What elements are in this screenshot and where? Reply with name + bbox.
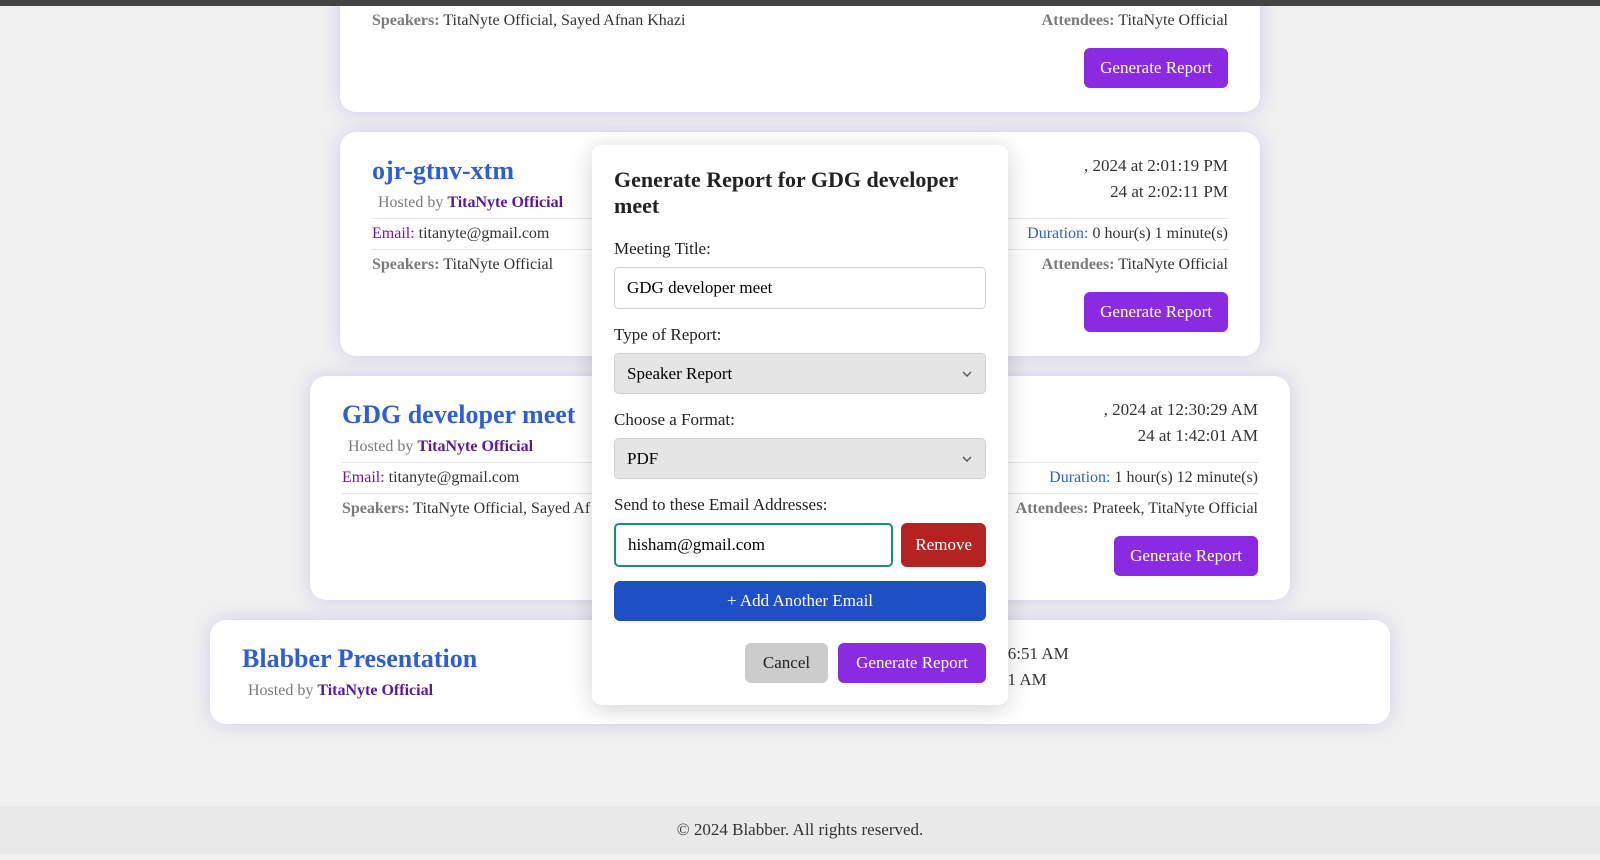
hosted-by-prefix: Hosted by (248, 682, 317, 699)
generate-report-button[interactable]: Generate Report (1084, 48, 1228, 88)
generate-report-button[interactable]: Generate Report (1084, 292, 1228, 332)
hosted-by-prefix: Hosted by (348, 438, 417, 455)
duration-label: Duration: (1049, 469, 1110, 486)
meeting-card: Speakers: TitaNyte Official, Sayed Afnan… (340, 6, 1260, 112)
attendees-line: Attendees: Prateek, TitaNyte Official (1016, 500, 1258, 518)
email-row: Remove (614, 523, 986, 567)
email-value: titanyte@gmail.com (389, 469, 520, 486)
email-label: Email: (342, 469, 385, 486)
meeting-title-input[interactable] (614, 267, 986, 309)
speakers-label: Speakers: (372, 256, 440, 273)
remove-email-button[interactable]: Remove (901, 523, 986, 567)
speakers-label: Speakers: (372, 12, 440, 29)
duration-line: Duration: 1 hour(s) 12 minute(s) (1049, 469, 1258, 487)
speakers-line: Speakers: TitaNyte Official (372, 256, 553, 274)
report-type-select[interactable]: Speaker Report (614, 353, 986, 394)
host-name: TitaNyte Official (317, 682, 433, 699)
speakers-value: TitaNyte Official (443, 256, 553, 273)
modal-title: Generate Report for GDG developer meet (614, 167, 986, 219)
speakers-line: Speakers: TitaNyte Official, Sayed Af (342, 500, 590, 518)
email-value: titanyte@gmail.com (419, 225, 550, 242)
email-input[interactable] (614, 523, 893, 567)
attendees-line: Attendees: TitaNyte Official (1042, 12, 1228, 30)
format-label: Choose a Format: (614, 410, 986, 430)
to-time: 24 at 2:02:11 PM (1084, 182, 1228, 202)
generate-report-button[interactable]: Generate Report (1114, 536, 1258, 576)
duration-line: Duration: 0 hour(s) 1 minute(s) (1027, 225, 1228, 243)
attendees-label: Attendees: (1016, 500, 1089, 517)
modal-actions: Cancel Generate Report (614, 643, 986, 683)
attendees-value: TitaNyte Official (1118, 12, 1228, 29)
speakers-value: TitaNyte Official, Sayed Af (413, 500, 590, 517)
add-email-button[interactable]: + Add Another Email (614, 581, 986, 621)
email-line: Email: titanyte@gmail.com (372, 225, 549, 243)
meeting-title[interactable]: GDG developer meet (342, 400, 575, 430)
speakers-line: Speakers: TitaNyte Official, Sayed Afnan… (372, 12, 685, 30)
time-stack: , 2024 at 12:30:29 AM 24 at 1:42:01 AM (1104, 400, 1258, 452)
duration-label: Duration: (1027, 225, 1088, 242)
from-time: , 2024 at 12:30:29 AM (1104, 400, 1258, 420)
host-name: TitaNyte Official (447, 194, 563, 211)
speakers-value: TitaNyte Official, Sayed Afnan Khazi (443, 12, 685, 29)
hosted-by: Hosted by TitaNyte Official (378, 194, 563, 212)
meeting-title[interactable]: ojr-gtnv-xtm (372, 156, 563, 186)
format-select[interactable]: PDF (614, 438, 986, 479)
attendees-value: TitaNyte Official (1118, 256, 1228, 273)
email-label: Email: (372, 225, 415, 242)
cancel-button[interactable]: Cancel (745, 643, 828, 683)
attendees-line: Attendees: TitaNyte Official (1042, 256, 1228, 274)
emails-label: Send to these Email Addresses: (614, 495, 986, 515)
speakers-label: Speakers: (342, 500, 410, 517)
meeting-title-label: Meeting Title: (614, 239, 986, 259)
attendees-value: Prateek, TitaNyte Official (1093, 500, 1258, 517)
footer: © 2024 Blabber. All rights reserved. (0, 806, 1600, 854)
hosted-by-prefix: Hosted by (378, 194, 447, 211)
generate-report-button[interactable]: Generate Report (838, 643, 986, 683)
host-name: TitaNyte Official (417, 438, 533, 455)
report-type-label: Type of Report: (614, 325, 986, 345)
duration-value: 1 hour(s) 12 minute(s) (1114, 469, 1258, 486)
generate-report-modal: Generate Report for GDG developer meet M… (592, 145, 1008, 705)
time-stack: , 2024 at 2:01:19 PM 24 at 2:02:11 PM (1084, 156, 1228, 208)
attendees-label: Attendees: (1042, 12, 1115, 29)
attendees-label: Attendees: (1042, 256, 1115, 273)
hosted-by: Hosted by TitaNyte Official (348, 438, 575, 456)
to-time: 24 at 1:42:01 AM (1104, 426, 1258, 446)
from-time: , 2024 at 2:01:19 PM (1084, 156, 1228, 176)
email-line: Email: titanyte@gmail.com (342, 469, 519, 487)
duration-value: 0 hour(s) 1 minute(s) (1092, 225, 1228, 242)
footer-text: © 2024 Blabber. All rights reserved. (677, 820, 924, 839)
